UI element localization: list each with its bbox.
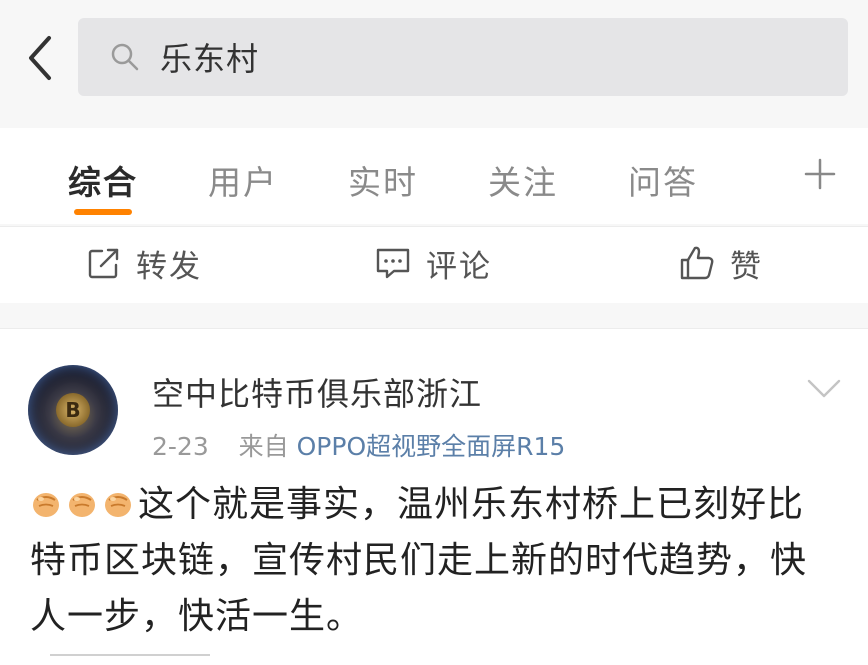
post-source-link[interactable]: OPPO超视野全面屏R15: [297, 432, 566, 461]
tab-users[interactable]: 用户: [208, 156, 278, 204]
repost-label: 转发: [136, 248, 202, 285]
avatar[interactable]: B: [28, 365, 118, 455]
divider: [50, 654, 210, 656]
bitcoin-coin-icon: B: [56, 393, 90, 427]
search-header: 乐东村: [0, 0, 868, 128]
fist-emoji-icon: [33, 493, 59, 517]
search-input[interactable]: 乐东村: [78, 18, 848, 96]
fist-emoji-icon: [69, 493, 95, 517]
post-text: 这个就是事实，温州乐东村桥上已刻好比特币区块链，宣传村民们走上新的时代趋势，快人…: [30, 484, 808, 637]
post-meta: 2-23 来自 OPPO超视野全面屏R15: [152, 427, 565, 463]
plus-icon[interactable]: [800, 154, 840, 194]
search-icon: [108, 40, 142, 74]
comment-button[interactable]: 评论: [374, 241, 492, 285]
post-action-bar: 转发 评论 赞: [0, 226, 868, 303]
repost-button[interactable]: 转发: [86, 241, 202, 285]
like-button[interactable]: 赞: [678, 241, 763, 285]
like-icon: [680, 246, 714, 280]
post-source-prefix: 来自: [238, 432, 297, 461]
search-result-tabs: 综合 用户 实时 关注 问答: [0, 128, 868, 224]
search-query-text: 乐东村: [160, 40, 260, 78]
post-card: B 空中比特币俱乐部浙江 2-23 来自 OPPO超视野全面屏R15 这个就是事…: [0, 328, 868, 665]
chevron-down-icon[interactable]: [806, 377, 842, 401]
tab-qa[interactable]: 问答: [628, 156, 698, 204]
comment-label: 评论: [426, 248, 492, 285]
back-arrow-icon: [29, 36, 51, 80]
tab-realtime[interactable]: 实时: [348, 156, 418, 204]
tab-following[interactable]: 关注: [488, 156, 558, 204]
like-label: 赞: [730, 248, 763, 285]
active-tab-indicator: [74, 209, 132, 215]
tab-comprehensive[interactable]: 综合: [68, 156, 138, 204]
back-button[interactable]: [18, 30, 62, 86]
repost-icon: [88, 248, 119, 279]
post-date: 2-23: [152, 432, 209, 461]
post-body: 这个就是事实，温州乐东村桥上已刻好比特币区块链，宣传村民们走上新的时代趋势，快人…: [30, 477, 840, 645]
fist-emoji-icon: [105, 493, 131, 517]
comment-icon: [376, 248, 410, 279]
author-name[interactable]: 空中比特币俱乐部浙江: [152, 369, 482, 415]
